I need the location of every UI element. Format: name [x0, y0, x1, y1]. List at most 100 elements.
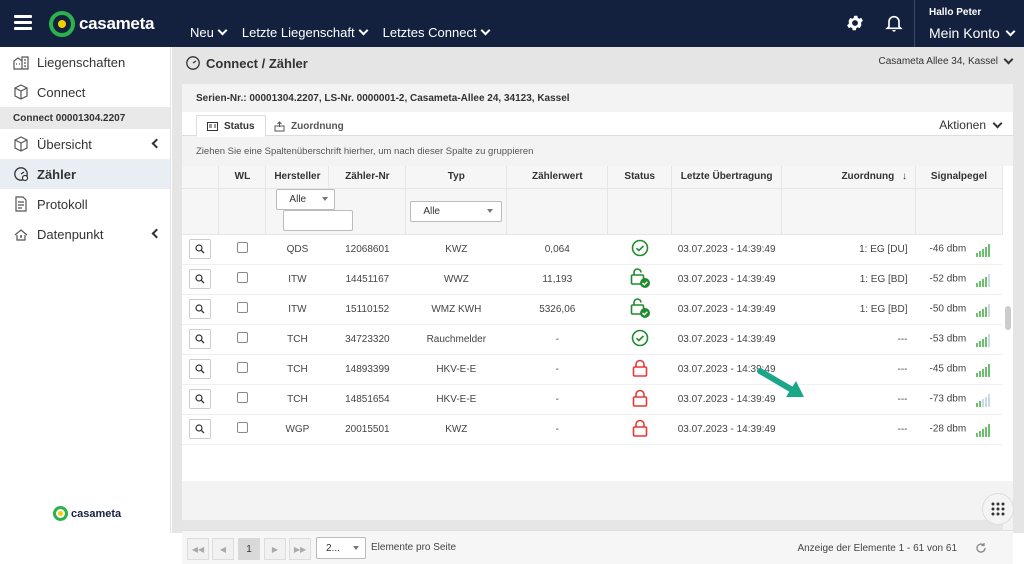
prev-page-button[interactable]: ◀ — [212, 538, 234, 560]
logo-mark — [53, 506, 68, 521]
sidebar-item-label: Zähler — [37, 166, 77, 182]
account-menu[interactable]: Mein Konto — [929, 25, 1016, 41]
horizontal-scrollbar[interactable] — [182, 520, 1003, 530]
details-button[interactable] — [189, 239, 212, 259]
sidebar-item-connect[interactable]: Connect — [0, 77, 170, 107]
details-button[interactable] — [189, 329, 212, 349]
filter-value: Alle — [289, 193, 307, 205]
col-header-letzte-uebertragung[interactable]: Letzte Übertragung — [671, 166, 783, 189]
next-page-button[interactable]: ▶ — [264, 538, 286, 560]
table-row[interactable]: TCH 14893399 HKV-E-E - 03.07.2023 - 14:3… — [182, 354, 1003, 385]
sidebar-logo: casameta — [53, 506, 121, 521]
col-header-hersteller[interactable]: Hersteller — [265, 166, 330, 189]
table-row[interactable]: TCH 14851654 HKV-E-E - 03.07.2023 - 14:3… — [182, 384, 1003, 415]
details-button[interactable] — [189, 359, 212, 379]
wl-checkbox[interactable] — [236, 392, 248, 403]
wl-cell — [218, 414, 266, 445]
sidebar-item-protokoll[interactable]: Protokoll — [0, 189, 170, 219]
assign-icon — [274, 120, 285, 131]
last-page-button[interactable]: ▶▶ — [289, 538, 311, 560]
signal-bar — [976, 283, 979, 287]
bell-icon[interactable] — [884, 12, 904, 33]
nav-neu[interactable]: Neu — [190, 25, 228, 40]
sidebar-item-zaehler[interactable]: Zähler — [0, 159, 170, 189]
chevron-left-icon[interactable] — [151, 138, 162, 149]
details-button[interactable] — [189, 419, 212, 439]
wl-checkbox[interactable] — [236, 362, 248, 373]
menu-icon[interactable] — [14, 15, 32, 30]
col-header-typ[interactable]: Typ — [405, 166, 508, 189]
col-header-wl[interactable]: WL — [218, 166, 267, 189]
zaehler-nr-filter-input[interactable] — [283, 209, 354, 231]
col-header-zuordnung[interactable]: Zuordnung ↓ — [781, 166, 916, 189]
typ-cell: KWZ — [405, 234, 507, 265]
status-cell — [607, 414, 672, 445]
wl-checkbox[interactable] — [236, 242, 248, 253]
details-button[interactable] — [189, 389, 212, 409]
pager-info: Anzeige der Elemente 1 - 61 von 61 — [797, 543, 957, 554]
buildings-icon — [13, 56, 29, 70]
table-row[interactable]: TCH 34723320 Rauchmelder - 03.07.2023 - … — [182, 324, 1003, 355]
row-actions — [182, 414, 219, 445]
zaehler-nr-cell: 14451167 — [328, 264, 406, 295]
nav-letztes-connect[interactable]: Letztes Connect — [383, 25, 491, 40]
typ-filter[interactable]: Alle — [410, 200, 503, 222]
page-size-select[interactable]: 2... — [316, 537, 366, 559]
table-row[interactable]: ITW 15110152 WMZ KWH 5326,06 03.07.2023 … — [182, 294, 1003, 325]
wl-checkbox[interactable] — [236, 302, 248, 313]
refresh-icon[interactable] — [975, 542, 987, 554]
signalpegel-cell: -52 dbm — [915, 264, 1003, 295]
chevron-left-icon[interactable] — [151, 228, 162, 239]
table-row[interactable]: ITW 14451167 WWZ 11,193 03.07.2023 - 14:… — [182, 264, 1003, 295]
apps-fab-button[interactable] — [982, 493, 1014, 525]
grid-icon — [991, 502, 1005, 516]
hersteller-filter[interactable]: Alle — [276, 188, 336, 210]
details-button[interactable] — [189, 269, 212, 289]
signal-bar — [988, 244, 991, 257]
search-icon — [195, 364, 205, 374]
gear-icon[interactable] — [845, 13, 865, 33]
letzte-uebertragung-cell: 03.07.2023 - 14:39:49 — [671, 294, 782, 325]
nav-letzte-liegenschaft[interactable]: Letzte Liegenschaft — [242, 25, 369, 40]
account-label: Mein Konto — [929, 25, 1000, 41]
actions-menu[interactable]: Aktionen — [939, 118, 1003, 132]
wl-checkbox[interactable] — [236, 422, 248, 433]
document-icon — [15, 196, 27, 212]
sidebar-item-liegenschaften[interactable]: Liegenschaften — [0, 47, 170, 77]
row-actions — [182, 264, 219, 295]
sidebar-item-datenpunkt[interactable]: Datenpunkt — [0, 219, 170, 249]
hersteller-cell: ITW — [265, 294, 329, 325]
logo-text: casameta — [71, 507, 122, 520]
col-header-zaehler-nr[interactable]: Zähler-Nr — [328, 166, 407, 189]
row-actions — [182, 354, 219, 385]
details-button[interactable] — [189, 299, 212, 319]
group-drop-zone[interactable]: Ziehen Sie eine Spaltenüberschrift hierh… — [196, 146, 533, 157]
chevron-down-icon — [1003, 54, 1014, 65]
zaehlerwert-cell: - — [506, 324, 608, 355]
signal-bar — [976, 373, 979, 377]
address-selector[interactable]: Casameta Allee 34, Kassel — [878, 54, 1014, 67]
table-row[interactable]: QDS 12068601 KWZ 0,064 03.07.2023 - 14:3… — [182, 234, 1003, 265]
col-header-signalpegel[interactable]: Signalpegel — [915, 166, 1004, 189]
network-icon — [14, 229, 28, 241]
signalpegel-cell: -46 dbm — [915, 234, 1003, 265]
col-header-status[interactable]: Status — [607, 166, 673, 189]
app-logo[interactable]: casameta — [49, 11, 154, 37]
tab-status[interactable]: Status — [196, 115, 266, 137]
first-page-button[interactable]: ◀◀ — [187, 538, 209, 560]
wl-checkbox[interactable] — [236, 272, 248, 283]
wl-cell — [218, 384, 266, 415]
table-row[interactable]: WGP 20015501 KWZ - 03.07.2023 - 14:39:49… — [182, 414, 1003, 445]
page-number[interactable]: 1 — [238, 538, 260, 560]
tab-zuordnung[interactable]: Zuordnung — [264, 115, 354, 137]
sidebar-item-uebersicht[interactable]: Übersicht — [0, 129, 170, 159]
vertical-scrollbar[interactable] — [1005, 306, 1011, 330]
wl-checkbox[interactable] — [236, 332, 248, 343]
signal-bar — [979, 251, 982, 257]
signal-bar — [976, 343, 979, 347]
col-header-zaehlerwert[interactable]: Zählerwert — [506, 166, 609, 189]
signal-bars-icon — [976, 241, 991, 257]
zaehler-nr-cell: 15110152 — [328, 294, 406, 325]
letzte-uebertragung-cell: 03.07.2023 - 14:39:49 — [671, 234, 782, 265]
zaehler-nr-cell: 12068601 — [328, 234, 406, 265]
